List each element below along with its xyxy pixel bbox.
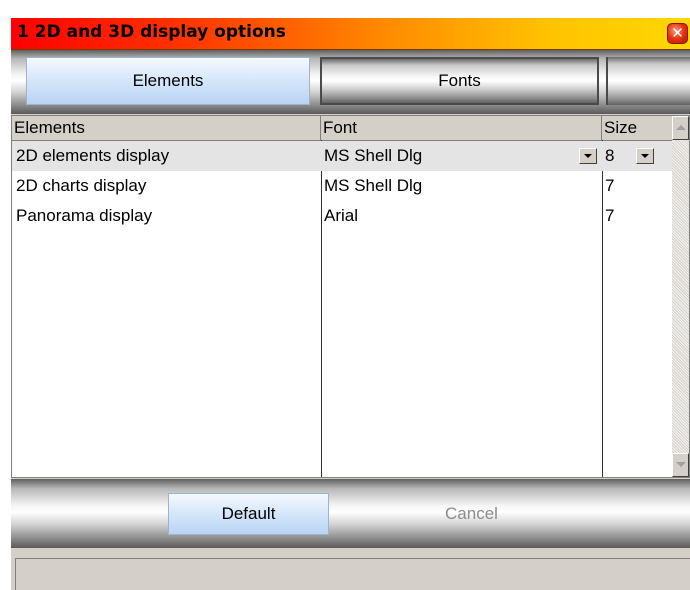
status-bar bbox=[11, 548, 690, 590]
tab-fonts[interactable]: Fonts bbox=[320, 57, 599, 105]
font-cell[interactable]: Arial bbox=[321, 201, 602, 231]
column-header-elements[interactable]: Elements bbox=[12, 116, 321, 140]
table-row[interactable]: 2D elements display MS Shell Dlg 8 bbox=[12, 141, 673, 171]
size-cell[interactable]: 7 bbox=[602, 171, 673, 201]
default-button[interactable]: Default bbox=[168, 493, 329, 535]
font-cell[interactable]: MS Shell Dlg bbox=[321, 171, 602, 201]
cancel-button[interactable]: Cancel bbox=[391, 493, 552, 535]
chevron-down-icon[interactable] bbox=[579, 148, 597, 164]
tab-elements[interactable]: Elements bbox=[26, 57, 310, 105]
scroll-up-arrow-icon[interactable] bbox=[672, 116, 689, 140]
vertical-scrollbar[interactable] bbox=[672, 116, 689, 477]
chevron-down-icon[interactable] bbox=[636, 148, 654, 164]
font-cell[interactable]: MS Shell Dlg bbox=[321, 141, 602, 171]
tab-bar: Elements Fonts bbox=[11, 50, 690, 114]
close-icon[interactable]: ✕ bbox=[667, 23, 688, 44]
column-header-font[interactable]: Font bbox=[321, 116, 602, 140]
tab-bar-filler bbox=[606, 57, 690, 105]
column-header-size[interactable]: Size bbox=[602, 116, 673, 140]
window-title: 1 2D and 3D display options bbox=[17, 22, 286, 42]
title-bar: 1 2D and 3D display options ✕ bbox=[11, 18, 690, 50]
element-name-cell: 2D charts display bbox=[16, 176, 147, 195]
dialog-window: 1 2D and 3D display options ✕ Elements F… bbox=[11, 18, 690, 590]
element-name-cell: 2D elements display bbox=[16, 146, 170, 165]
element-name-cell: Panorama display bbox=[16, 206, 153, 225]
fonts-grid: Elements Font Size 2D elements display M… bbox=[11, 115, 690, 478]
table-row[interactable]: 2D charts display MS Shell Dlg 7 bbox=[12, 171, 673, 201]
scroll-down-arrow-icon[interactable] bbox=[672, 453, 689, 477]
status-panel bbox=[15, 558, 690, 590]
table-row[interactable]: Panorama display Arial 7 bbox=[12, 201, 673, 231]
button-bar: Default Cancel bbox=[11, 479, 690, 548]
grid-header: Elements Font Size bbox=[12, 116, 673, 141]
size-cell[interactable]: 7 bbox=[602, 201, 673, 231]
